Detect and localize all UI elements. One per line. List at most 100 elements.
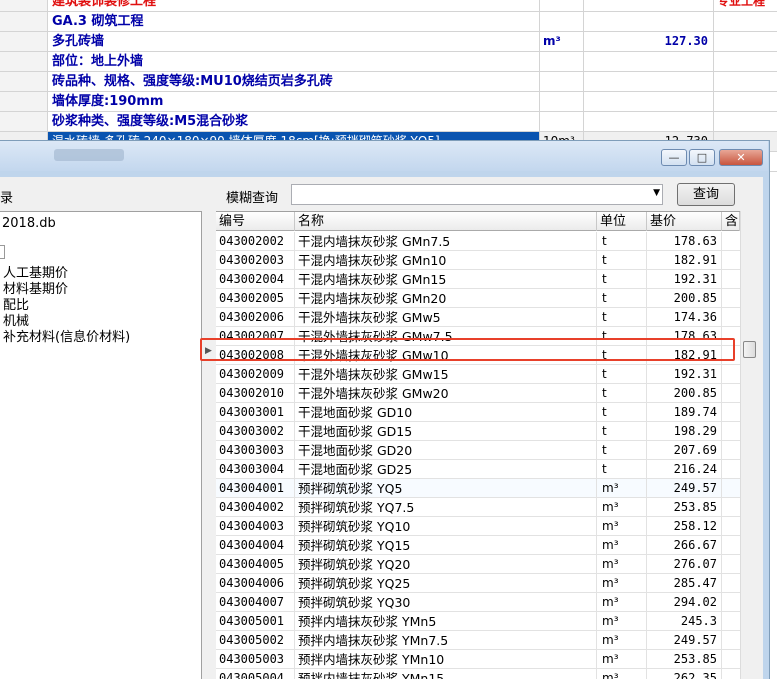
price-cell[interactable]: 276.07: [647, 555, 722, 574]
sheet-value-cell[interactable]: [584, 112, 714, 131]
sheet-name-cell[interactable]: 砂浆种类、强度等级:M5混合砂浆: [48, 112, 540, 131]
dialog-titlebar[interactable]: — □ ✕: [0, 141, 768, 171]
code-cell[interactable]: 043002010: [216, 384, 295, 403]
unit-cell[interactable]: m³: [597, 555, 647, 574]
table-row[interactable]: 043002004 干混内墙抹灰砂浆 GMn15 t 192.31: [216, 270, 740, 289]
sheet-unit-cell[interactable]: [540, 72, 584, 91]
sheet-name-cell[interactable]: 部位：地上外墙: [48, 52, 540, 71]
name-cell[interactable]: 干混外墙抹灰砂浆 GMw5: [295, 308, 597, 327]
name-cell[interactable]: 预拌砌筑砂浆 YQ30: [295, 593, 597, 612]
code-cell[interactable]: 043004001: [216, 479, 295, 498]
sheet-unit-cell[interactable]: [540, 112, 584, 131]
extra-cell[interactable]: [722, 631, 740, 650]
code-cell[interactable]: 043002009: [216, 365, 295, 384]
tree-item[interactable]: 补充材料(信息价材料): [3, 326, 130, 345]
code-cell[interactable]: 043005004: [216, 669, 295, 679]
minimize-button[interactable]: —: [661, 149, 687, 166]
table-row[interactable]: 043003003 干混地面砂浆 GD20 t 207.69: [216, 441, 740, 460]
sheet-extra-cell[interactable]: [714, 12, 777, 31]
price-cell[interactable]: 200.85: [647, 384, 722, 403]
price-cell[interactable]: 249.57: [647, 479, 722, 498]
extra-cell[interactable]: [722, 365, 740, 384]
code-cell[interactable]: 043002006: [216, 308, 295, 327]
table-row[interactable]: 043005003 预拌内墙抹灰砂浆 YMn10 m³ 253.85: [216, 650, 740, 669]
extra-cell[interactable]: [722, 251, 740, 270]
extra-cell[interactable]: [722, 669, 740, 679]
extra-cell[interactable]: [722, 555, 740, 574]
grid-vertical-scrollbar[interactable]: [740, 211, 757, 679]
table-row[interactable]: 043004004 预拌砌筑砂浆 YQ15 m³ 266.67: [216, 536, 740, 555]
table-row[interactable]: 043003001 干混地面砂浆 GD10 t 189.74: [216, 403, 740, 422]
sheet-row[interactable]: 砖品种、规格、强度等级:MU10烧结页岩多孔砖: [0, 72, 777, 92]
price-cell[interactable]: 192.31: [647, 365, 722, 384]
unit-cell[interactable]: t: [597, 365, 647, 384]
price-cell[interactable]: 262.35: [647, 669, 722, 679]
scrollbar-thumb[interactable]: [743, 341, 756, 358]
sheet-extra-cell[interactable]: [714, 112, 777, 131]
unit-cell[interactable]: m³: [597, 593, 647, 612]
code-cell[interactable]: 043005003: [216, 650, 295, 669]
code-cell[interactable]: 043002003: [216, 251, 295, 270]
fuzzy-search-combobox[interactable]: ▼: [291, 184, 663, 205]
name-cell[interactable]: 干混地面砂浆 GD15: [295, 422, 597, 441]
code-cell[interactable]: 043002004: [216, 270, 295, 289]
extra-cell[interactable]: [722, 403, 740, 422]
table-row[interactable]: 043003002 干混地面砂浆 GD15 t 198.29: [216, 422, 740, 441]
sheet-value-cell[interactable]: [584, 92, 714, 111]
price-cell[interactable]: 258.12: [647, 517, 722, 536]
table-row[interactable]: 043005002 预拌内墙抹灰砂浆 YMn7.5 m³ 249.57: [216, 631, 740, 650]
unit-cell[interactable]: t: [597, 308, 647, 327]
unit-cell[interactable]: m³: [597, 536, 647, 555]
table-row[interactable]: 043002009 干混外墙抹灰砂浆 GMw15 t 192.31: [216, 365, 740, 384]
sheet-name-cell[interactable]: 建筑装饰装修工程: [48, 0, 540, 11]
table-row[interactable]: 043002003 干混内墙抹灰砂浆 GMn10 t 182.91: [216, 251, 740, 270]
sheet-value-cell[interactable]: [584, 52, 714, 71]
sheet-extra-cell[interactable]: [714, 32, 777, 51]
extra-cell[interactable]: [722, 270, 740, 289]
price-cell[interactable]: 192.31: [647, 270, 722, 289]
sheet-extra-cell[interactable]: [714, 52, 777, 71]
column-header[interactable]: 编号: [216, 212, 295, 231]
name-cell[interactable]: 预拌内墙抹灰砂浆 YMn5: [295, 612, 597, 631]
table-row[interactable]: 043004002 预拌砌筑砂浆 YQ7.5 m³ 253.85: [216, 498, 740, 517]
sheet-value-cell[interactable]: [584, 12, 714, 31]
name-cell[interactable]: 干混内墙抹灰砂浆 GMn10: [295, 251, 597, 270]
code-cell[interactable]: 043003003: [216, 441, 295, 460]
extra-cell[interactable]: [722, 517, 740, 536]
price-cell[interactable]: 249.57: [647, 631, 722, 650]
tree-database-name[interactable]: 2018.db: [2, 216, 56, 231]
extra-cell[interactable]: [722, 460, 740, 479]
name-cell[interactable]: 预拌砌筑砂浆 YQ20: [295, 555, 597, 574]
tree-expander-icon[interactable]: [0, 245, 5, 259]
price-cell[interactable]: 253.85: [647, 498, 722, 517]
extra-cell[interactable]: [722, 650, 740, 669]
price-cell[interactable]: 174.36: [647, 308, 722, 327]
column-header[interactable]: 基价: [647, 212, 722, 231]
extra-cell[interactable]: [722, 308, 740, 327]
dropdown-arrow-icon[interactable]: ▼: [653, 188, 660, 198]
name-cell[interactable]: 预拌内墙抹灰砂浆 YMn10: [295, 650, 597, 669]
sheet-row[interactable]: GA.3 砌筑工程: [0, 12, 777, 32]
table-row[interactable]: 043004006 预拌砌筑砂浆 YQ25 m³ 285.47: [216, 574, 740, 593]
category-tree[interactable]: 2018.db 人工基期价 材料基期价 配比 机械 补充材料(信息价材料): [0, 211, 202, 679]
name-cell[interactable]: 预拌砌筑砂浆 YQ10: [295, 517, 597, 536]
price-cell[interactable]: 189.74: [647, 403, 722, 422]
code-cell[interactable]: 043005002: [216, 631, 295, 650]
sheet-name-cell[interactable]: 砖品种、规格、强度等级:MU10烧结页岩多孔砖: [48, 72, 540, 91]
sheet-extra-cell[interactable]: [714, 92, 777, 111]
name-cell[interactable]: 干混外墙抹灰砂浆 GMw15: [295, 365, 597, 384]
code-cell[interactable]: 043004006: [216, 574, 295, 593]
maximize-button[interactable]: □: [689, 149, 715, 166]
sheet-value-cell[interactable]: [584, 0, 714, 11]
table-row[interactable]: 043002010 干混外墙抹灰砂浆 GMw20 t 200.85: [216, 384, 740, 403]
sheet-name-cell[interactable]: 墙体厚度:190mm: [48, 92, 540, 111]
code-cell[interactable]: 043003001: [216, 403, 295, 422]
extra-cell[interactable]: [722, 289, 740, 308]
name-cell[interactable]: 干混地面砂浆 GD25: [295, 460, 597, 479]
price-cell[interactable]: 266.67: [647, 536, 722, 555]
extra-cell[interactable]: [722, 536, 740, 555]
unit-cell[interactable]: t: [597, 403, 647, 422]
price-cell[interactable]: 207.69: [647, 441, 722, 460]
table-row[interactable]: 043002002 干混内墙抹灰砂浆 GMn7.5 t 178.63: [216, 232, 740, 251]
extra-cell[interactable]: [722, 612, 740, 631]
